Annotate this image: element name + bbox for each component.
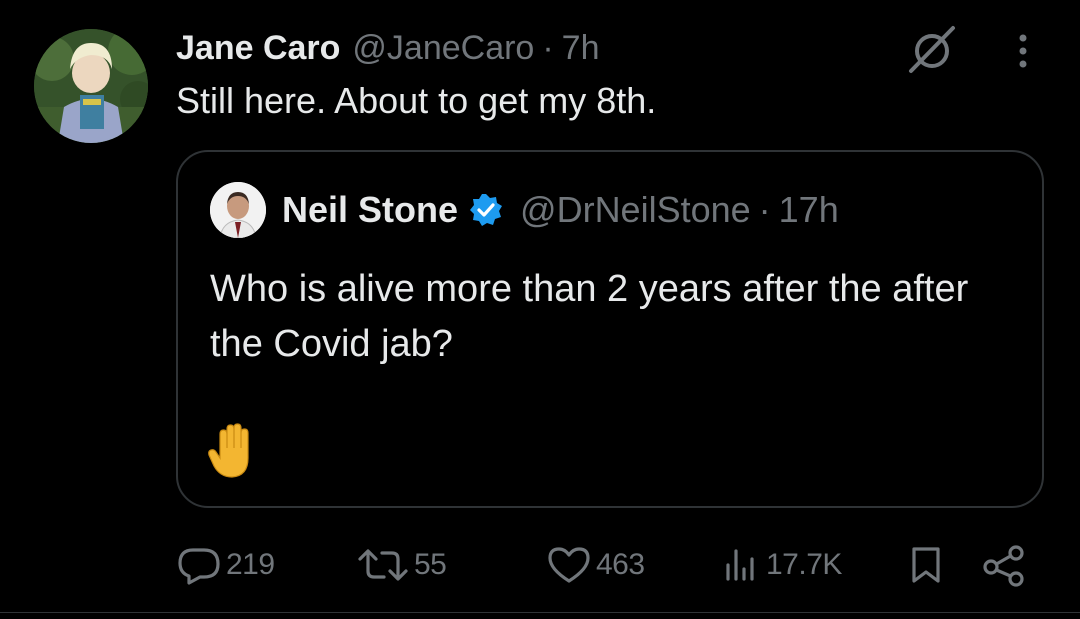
views-button[interactable]: 17.7K xyxy=(722,540,842,590)
author-handle[interactable]: @JaneCaro xyxy=(352,29,534,68)
bottom-divider xyxy=(0,612,1080,613)
bookmark-button[interactable] xyxy=(906,540,946,590)
more-icon[interactable] xyxy=(1010,32,1036,72)
share-icon xyxy=(983,545,1024,587)
raised-hand-emoji xyxy=(208,422,258,480)
repost-icon xyxy=(358,549,408,581)
quote-author-handle[interactable]: @DrNeilStone xyxy=(520,189,751,231)
views-count: 17.7K xyxy=(766,548,842,581)
like-icon xyxy=(548,547,590,583)
quote-text: Who is alive more than 2 years after the… xyxy=(210,268,969,365)
author-name[interactable]: Jane Caro xyxy=(176,29,340,68)
author-avatar-image xyxy=(34,29,148,143)
author-avatar[interactable] xyxy=(34,29,148,143)
verified-badge-icon xyxy=(468,192,504,228)
repost-button[interactable]: 55 xyxy=(356,540,447,590)
quote-avatar-image xyxy=(210,182,266,238)
like-count: 463 xyxy=(596,548,645,581)
quote-tweet-card[interactable]: Neil Stone @DrNeilStone · 17h Who is ali… xyxy=(176,150,1044,508)
repost-count: 55 xyxy=(414,548,447,581)
quote-author-name[interactable]: Neil Stone xyxy=(282,189,458,231)
separator-dot: · xyxy=(542,28,554,67)
quote-time[interactable]: 17h xyxy=(779,189,839,231)
tweet-action-bar: 219 55 463 17.7K xyxy=(0,540,1080,590)
tweet-header: Jane Caro @JaneCaro · 7h xyxy=(176,24,600,72)
reply-count: 219 xyxy=(226,548,275,581)
bookmark-icon xyxy=(912,547,940,583)
quote-separator-dot: · xyxy=(758,189,771,230)
tweet-text: Still here. About to get my 8th. xyxy=(176,80,657,121)
quote-header: Neil Stone @DrNeilStone · 17h xyxy=(282,186,839,234)
reply-icon xyxy=(178,548,220,585)
tweet-time[interactable]: 7h xyxy=(562,29,600,68)
share-button[interactable] xyxy=(982,540,1026,590)
grok-icon[interactable] xyxy=(905,22,959,76)
reply-button[interactable]: 219 xyxy=(176,540,275,590)
like-button[interactable]: 463 xyxy=(546,540,645,590)
quote-author-avatar[interactable] xyxy=(210,182,266,238)
views-icon xyxy=(726,549,754,581)
